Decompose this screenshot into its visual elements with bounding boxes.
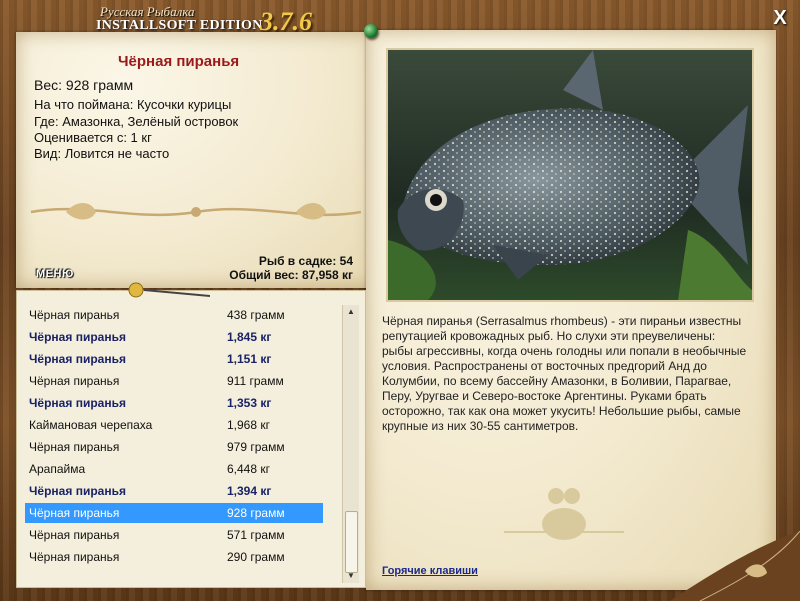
catch-list-row[interactable]: Чёрная пиранья 928 грамм	[25, 503, 323, 523]
fish-bait: На что поймана: Кусочки курицы	[34, 97, 232, 112]
catch-fish-name: Чёрная пиранья	[29, 528, 120, 542]
catch-fish-name: Каймановая черепаха	[29, 418, 153, 432]
catch-fish-weight: 979 грамм	[227, 440, 285, 454]
scroll-thumb[interactable]	[345, 511, 358, 573]
scroll-down-icon[interactable]: ▼	[343, 569, 359, 583]
fish-frequency: Вид: Ловится не часто	[34, 146, 170, 161]
catch-list-row[interactable]: Чёрная пиранья 979 грамм	[25, 437, 323, 457]
catch-list-row[interactable]: Арапайма 6,448 кг	[25, 459, 323, 479]
catch-fish-weight: 911 грамм	[227, 374, 284, 388]
catch-fish-name: Чёрная пиранья	[29, 352, 126, 366]
catch-fish-weight: 1,968 кг	[227, 418, 270, 432]
fish-description: Чёрная пиранья (Serrasalmus rhombeus) - …	[382, 314, 747, 433]
catch-fish-weight: 1,394 кг	[227, 484, 272, 498]
catch-list-row[interactable]: Чёрная пиранья 1,845 кг	[25, 327, 323, 347]
fisherman-silhouette-icon	[504, 488, 624, 540]
catch-list-row[interactable]: Чёрная пиранья 1,353 кг	[25, 393, 323, 413]
catch-list-row[interactable]: Чёрная пиранья 1,394 кг	[25, 481, 323, 501]
page-curl	[670, 531, 800, 601]
catch-fish-weight: 290 грамм	[227, 550, 285, 564]
catch-fish-name: Чёрная пиранья	[29, 374, 120, 388]
fishing-rod-icon	[128, 282, 210, 298]
catch-list-row[interactable]: Чёрная пиранья 438 грамм	[25, 305, 323, 325]
catch-fish-weight: 928 грамм	[227, 506, 285, 520]
catch-fish-weight: 6,448 кг	[227, 462, 270, 476]
scroll-up-icon[interactable]: ▲	[343, 305, 359, 319]
catch-fish-weight: 1,151 кг	[227, 352, 272, 366]
catch-list-row[interactable]: Каймановая черепаха 1,968 кг	[25, 415, 323, 435]
fish-photo	[386, 48, 754, 302]
pin-icon	[364, 24, 378, 38]
menu-button[interactable]: МЕНЮ	[36, 268, 74, 280]
catch-fish-name: Чёрная пиранья	[29, 308, 120, 322]
close-button[interactable]: X	[770, 8, 790, 28]
keepnet-count: Рыб в садке: 54	[258, 254, 353, 268]
catch-fish-weight: 438 грамм	[227, 308, 285, 322]
ornament-divider	[30, 203, 362, 220]
catch-list-row[interactable]: Чёрная пиранья 290 грамм	[25, 547, 323, 567]
catch-fish-weight: 1,353 кг	[227, 396, 272, 410]
catch-list[interactable]: Чёрная пиранья 438 грамм Чёрная пиранья 1,8…	[16, 290, 366, 588]
fish-location: Где: Амазонка, Зелёный островок	[34, 114, 239, 129]
fish-weight: Вес: 928 грамм	[34, 77, 134, 93]
catch-list-row[interactable]: Чёрная пиранья 1,151 кг	[25, 349, 323, 369]
catch-fish-name: Чёрная пиранья	[29, 484, 126, 498]
catch-list-row[interactable]: Чёрная пиранья 911 грамм	[25, 371, 323, 391]
catch-fish-name: Чёрная пиранья	[29, 396, 126, 410]
catch-fish-name: Чёрная пиранья	[29, 506, 120, 520]
catch-fish-name: Чёрная пиранья	[29, 550, 120, 564]
fish-value: Оценивается с: 1 кг	[34, 130, 152, 145]
catch-fish-name: Арапайма	[29, 462, 86, 476]
catch-fish-weight: 571 грамм	[227, 528, 285, 542]
total-weight: Общий вес: 87,958 кг	[229, 268, 353, 282]
hotkeys-link[interactable]: Горячие клавиши	[382, 565, 478, 577]
catch-fish-weight: 1,845 кг	[227, 330, 272, 344]
catch-fish-name: Чёрная пиранья	[29, 440, 120, 454]
fish-name: Чёрная пиранья	[118, 53, 240, 70]
catch-list-scrollbar[interactable]: ▲ ▼	[342, 305, 359, 583]
catch-fish-name: Чёрная пиранья	[29, 330, 126, 344]
catch-list-row[interactable]: Чёрная пиранья 571 грамм	[25, 525, 323, 545]
